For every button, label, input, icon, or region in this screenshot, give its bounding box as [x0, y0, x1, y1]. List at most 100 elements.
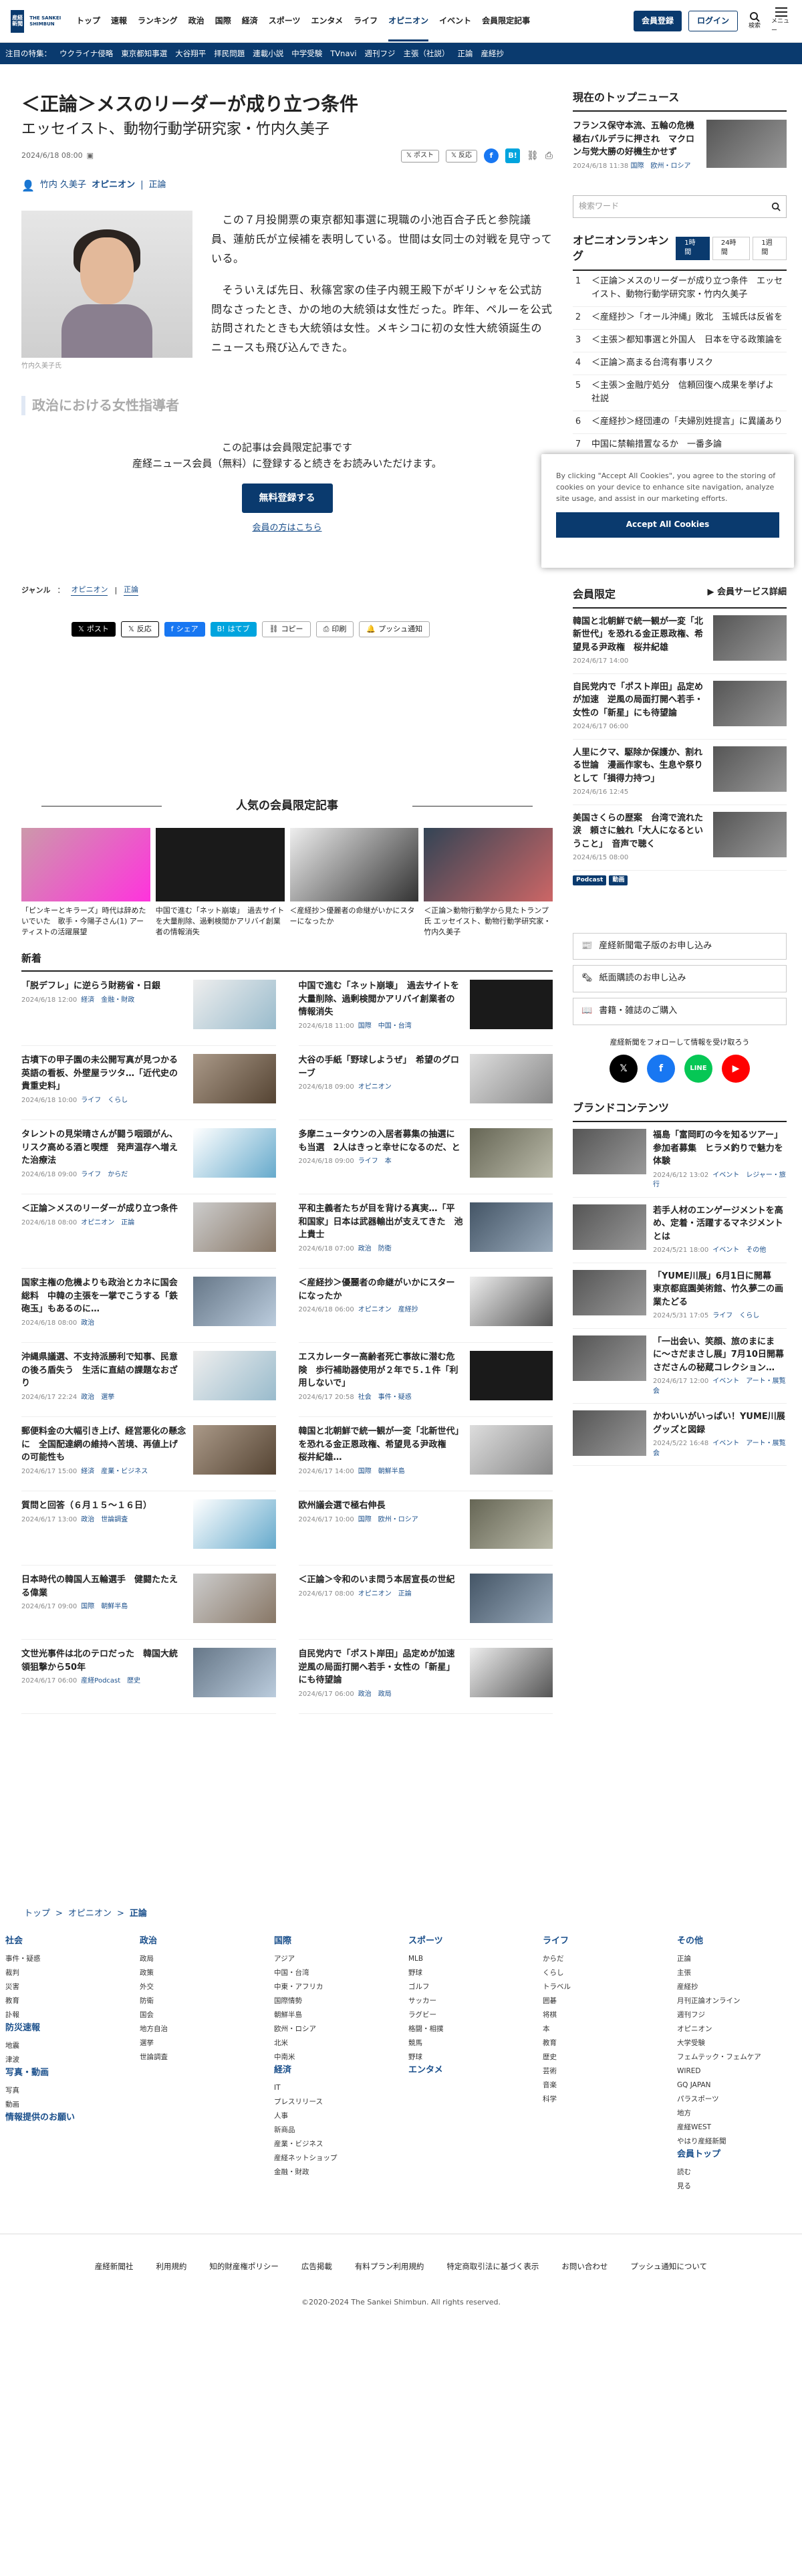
reaction-button-top[interactable]: 𝕏 反応	[445, 150, 478, 163]
footer-bottom-link[interactable]: プッシュ通知について	[630, 2261, 707, 2272]
free-register-button[interactable]: 無料登録する	[241, 483, 333, 514]
footer-heading[interactable]: スポーツ	[408, 1935, 525, 1948]
line-icon[interactable]: LINE	[684, 1055, 712, 1083]
footer-link[interactable]: 産経WEST	[677, 2121, 794, 2135]
news-item[interactable]: ＜産経抄＞優麗者の命継がいかにスターになったか 2024/6/18 06:00 オピ…	[298, 1269, 553, 1344]
brand-item[interactable]: 若手人材のエンゲージメントを高め、定着・活躍するマネジメントとは 2024/5/2…	[573, 1198, 787, 1263]
news-item[interactable]: 中国で進む「ネット崩壊」 過去サイトを大量削除、過剰検閲かアリバイ創業者の情報消…	[298, 972, 553, 1047]
brand-item[interactable]: 「YUME川展」6月1日に開幕 東京都庭園美術館、竹久夢二の画業たどる 2024/…	[573, 1263, 787, 1329]
author-name[interactable]: 竹内 久美子	[40, 179, 86, 192]
nav-ranking[interactable]: ランキング	[138, 1, 178, 41]
topic-item[interactable]: 正論	[458, 48, 473, 60]
footer-link[interactable]: 事件・疑惑	[5, 1952, 122, 1966]
popular-item[interactable]: 「ピンキーとキラーズ」時代は辞めたいでいた 歌手・今陽子さん(1) アーティスト…	[21, 827, 150, 938]
news-item[interactable]: 沖縄県議選、不支持派勝利で知事、民意の後ろ盾失う 生活に直結の課題なおざり 202…	[21, 1343, 276, 1418]
footer-link[interactable]: 動画	[5, 2098, 122, 2112]
footer-link[interactable]: 外交	[140, 1980, 257, 1994]
post-button-top[interactable]: 𝕏 ポスト	[400, 150, 439, 163]
nav-events[interactable]: イベント	[439, 1, 471, 41]
footer-link[interactable]: 芸術	[543, 2064, 660, 2078]
breadcrumb-item[interactable]: トップ	[24, 1908, 50, 1921]
footer-link[interactable]: 格闘・相撲	[408, 2022, 525, 2036]
x-icon[interactable]: 𝕏	[610, 1055, 638, 1083]
footer-link[interactable]: プレスリリース	[274, 2095, 391, 2109]
footer-bottom-link[interactable]: 有料プラン利用規約	[355, 2261, 424, 2272]
footer-link[interactable]: 地方	[677, 2107, 794, 2121]
footer-link[interactable]: 災害	[5, 1980, 122, 1994]
footer-bottom-link[interactable]: 知的財産権ポリシー	[209, 2261, 279, 2272]
footer-link[interactable]: 音楽	[543, 2078, 660, 2092]
footer-link[interactable]: 地震	[5, 2039, 122, 2053]
ranking-tab-24h[interactable]: 24時間	[712, 236, 751, 260]
popular-item[interactable]: 中国で進む「ネット崩壊」 過去サイトを大量削除、過剰検閲かアリバイ創業者の情報消…	[155, 827, 285, 938]
footer-bottom-link[interactable]: 利用規約	[156, 2261, 186, 2272]
news-item[interactable]: 「脱デフレ」に逆らう財務省・日銀 2024/6/18 12:00 経済 金融・財政	[21, 972, 276, 1047]
topic-item[interactable]: ウクライナ侵略	[59, 48, 113, 60]
member-item[interactable]: 人里にクマ、駆除か保護か、割れる世論 漫画作家も、生息や祭りとして「損得力持つ」…	[573, 740, 787, 805]
ranking-item[interactable]: 3 ＜主張＞都知事選と外国人 日本を守る政策論を	[573, 330, 787, 352]
footer-link[interactable]: 新商品	[274, 2123, 391, 2137]
footer-link[interactable]: 人事	[274, 2109, 391, 2123]
service-link-books[interactable]: 📖 書籍・雑誌のご購入	[573, 998, 787, 1026]
footer-heading[interactable]: 政治	[140, 1935, 257, 1948]
topic-item[interactable]: 大谷翔平	[175, 48, 206, 60]
post-button[interactable]: 𝕏 ポスト	[72, 622, 116, 637]
news-item[interactable]: 古墳下の甲子園の未公開写真が見つかる 英語の看板、外壁屋ラツタ…「近代史の貴重史…	[21, 1046, 276, 1121]
footer-link[interactable]: 中東・アフリカ	[274, 1980, 391, 1994]
footer-link[interactable]: 将棋	[543, 2008, 660, 2022]
member-login-link[interactable]: 会員の方はこちら	[21, 522, 553, 535]
footer-heading[interactable]: 防災速報	[5, 2022, 122, 2035]
footer-link[interactable]: 朝鮮半島	[274, 2008, 391, 2022]
nav-entertainment[interactable]: エンタメ	[311, 1, 343, 41]
site-logo[interactable]: 産経新聞 THE SANKEI SHIMBUN	[11, 9, 64, 33]
news-item[interactable]: 大谷の手紙「野球しようぜ」 希望のグローブ 2024/6/18 09:00 オピニオ…	[298, 1046, 553, 1121]
nav-sports[interactable]: スポーツ	[269, 1, 301, 41]
footer-heading[interactable]: 経済	[274, 2064, 391, 2077]
push-button[interactable]: 🔔 プッシュ通知	[359, 621, 430, 637]
sidebar-search[interactable]: 検索ワード	[573, 195, 787, 219]
footer-link[interactable]: 政策	[140, 1966, 257, 1980]
footer-link[interactable]: 囲碁	[543, 1994, 660, 2008]
footer-bottom-link[interactable]: 特定商取引法に基づく表示	[446, 2261, 539, 2272]
footer-link[interactable]: 大学受験	[677, 2036, 794, 2050]
topic-item[interactable]: 中学受験	[291, 48, 322, 60]
news-item[interactable]: ＜正論＞令和のいま問う本居宣長の世紀 2024/6/17 08:00 オピニオン 正…	[298, 1566, 553, 1640]
footer-link[interactable]: 選挙	[140, 2036, 257, 2050]
nav-top[interactable]: トップ	[76, 1, 100, 41]
footer-link[interactable]: 教育	[543, 2036, 660, 2050]
nav-members[interactable]: 会員限定記事	[482, 1, 530, 41]
popular-item[interactable]: ＜正論＞動物行動学から見たトランプ氏 エッセイスト、動物行動学研究家・竹内久美子	[424, 827, 553, 938]
footer-link[interactable]: 中南米	[274, 2050, 391, 2064]
nav-world[interactable]: 国際	[215, 1, 231, 41]
article-subcategory[interactable]: 正論	[148, 179, 166, 192]
footer-link[interactable]: 産経抄	[677, 1980, 794, 1994]
ranking-item[interactable]: 6 ＜産経抄＞経団連の「夫婦別姓提言」に異議あり	[573, 411, 787, 434]
service-link-paper[interactable]: 🗞 紙面購読のお申し込み	[573, 965, 787, 993]
footer-link[interactable]: フェムテック・フェムケア	[677, 2050, 794, 2064]
footer-link[interactable]: 主張	[677, 1966, 794, 1980]
footer-link[interactable]: 北米	[274, 2036, 391, 2050]
footer-link[interactable]: 中国・台湾	[274, 1966, 391, 1980]
member-item[interactable]: 自民党内で「ポスト岸田」品定めが加速 逆風の局面打開へ若手・女性の「新星」にも待…	[573, 674, 787, 740]
footer-heading[interactable]: 社会	[5, 1935, 122, 1948]
footer-bottom-link[interactable]: お問い合わせ	[561, 2261, 608, 2272]
news-item[interactable]: 多摩ニュータウンの入居者募集の抽選にも当選 2人はきっと幸せになるのだ、と 202…	[298, 1120, 553, 1195]
topic-item[interactable]: 連載小説	[253, 48, 283, 60]
footer-link[interactable]: 歴史	[543, 2050, 660, 2064]
brand-item[interactable]: 「一出会い、笑顔、旅のまにまに〜さだまさし展」7月10日開幕 さださんの秘蔵コレ…	[573, 1329, 793, 1404]
footer-link[interactable]: 訃報	[5, 2008, 122, 2022]
news-item[interactable]: 質問と回答（６月１５〜１６日） 2024/6/17 13:00 政治 世論調査	[21, 1491, 276, 1566]
footer-bottom-link[interactable]: 広告掲載	[301, 2261, 332, 2272]
footer-link[interactable]: IT	[274, 2081, 391, 2095]
footer-link[interactable]: 防衛	[140, 1994, 257, 2008]
footer-bottom-link[interactable]: 産経新聞社	[95, 2261, 134, 2272]
reaction-button[interactable]: 𝕏 反応	[120, 621, 159, 637]
facebook-icon[interactable]: f	[484, 148, 499, 164]
topic-item[interactable]: 拝民問題	[214, 48, 245, 60]
footer-link[interactable]: サッカー	[408, 1994, 525, 2008]
footer-link[interactable]: 写真	[5, 2084, 122, 2098]
footer-link[interactable]: 科学	[543, 2092, 660, 2107]
footer-link[interactable]: やはり産経新聞	[677, 2135, 794, 2149]
news-item[interactable]: 自民党内で「ポスト岸田」品定めが加速 逆風の局面打開へ若手・女性の「新星」にも待…	[298, 1640, 553, 1715]
topic-item[interactable]: 東京都知事選	[121, 48, 167, 60]
